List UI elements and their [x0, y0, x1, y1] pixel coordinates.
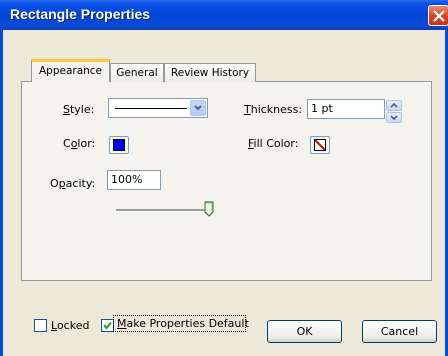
opacity-label-text: acity:: [65, 177, 96, 190]
window-title: Rectangle Properties: [10, 6, 151, 22]
thickness-spinner[interactable]: [386, 100, 402, 123]
tab-appearance[interactable]: Appearance: [31, 59, 110, 82]
thickness-label: Thickness:: [244, 103, 302, 116]
locked-label-text: ocked: [56, 319, 90, 332]
color-label-pre: C: [63, 137, 71, 150]
chevron-down-icon: [194, 105, 202, 111]
opacity-slider-track[interactable]: [116, 209, 210, 212]
color-label: Color:: [63, 137, 95, 150]
style-label-mnemonic: S: [63, 103, 70, 116]
opacity-label: Opacity:: [50, 177, 95, 190]
ok-button[interactable]: OK: [267, 320, 342, 343]
opacity-input[interactable]: 100%: [107, 170, 161, 190]
fill-color-label-text: ill Color:: [253, 137, 299, 150]
opacity-slider-thumb[interactable]: [204, 201, 214, 217]
opacity-label-pre: O: [50, 177, 59, 190]
locked-label[interactable]: Locked: [51, 319, 89, 332]
fill-color-picker[interactable]: [310, 136, 330, 154]
style-dropdown-button[interactable]: [190, 100, 206, 116]
spin-up-icon: [390, 102, 398, 108]
no-fill-icon: [314, 139, 326, 151]
make-default-label[interactable]: Make Properties Default: [117, 317, 249, 330]
stroke-color-picker[interactable]: [109, 136, 129, 154]
close-button[interactable]: [428, 5, 448, 26]
cancel-button[interactable]: Cancel: [362, 320, 437, 343]
close-icon: [433, 10, 445, 22]
make-default-label-text: ake Properties Default: [126, 317, 249, 330]
spin-up-button[interactable]: [386, 100, 402, 111]
make-default-label-mnemonic: M: [117, 317, 127, 330]
style-line-preview: [115, 108, 187, 109]
thickness-label-mnemonic: T: [244, 103, 251, 116]
tab-appearance-label: Appearance: [38, 65, 103, 77]
tab-review-history-label: Review History: [170, 67, 250, 79]
tab-review-history[interactable]: Review History: [164, 63, 256, 82]
locked-checkbox[interactable]: [34, 319, 47, 332]
spin-down-icon: [390, 115, 398, 121]
opacity-label-mnemonic: p: [58, 177, 66, 190]
thickness-label-text: hickness:: [250, 103, 303, 116]
color-label-text: lor:: [77, 137, 96, 150]
check-icon: [103, 321, 112, 330]
style-label-text: tyle:: [69, 103, 95, 116]
style-dropdown[interactable]: [108, 98, 208, 118]
style-label: Style:: [63, 103, 94, 116]
fill-color-label: Fill Color:: [248, 137, 298, 150]
tab-general[interactable]: General: [110, 63, 164, 82]
tab-general-label: General: [116, 67, 158, 79]
thickness-input[interactable]: 1 pt: [307, 99, 385, 119]
title-bar[interactable]: Rectangle Properties: [0, 0, 448, 30]
window-border-left: [0, 30, 3, 356]
stroke-color-swatch: [113, 139, 125, 151]
spin-down-button[interactable]: [386, 112, 402, 123]
